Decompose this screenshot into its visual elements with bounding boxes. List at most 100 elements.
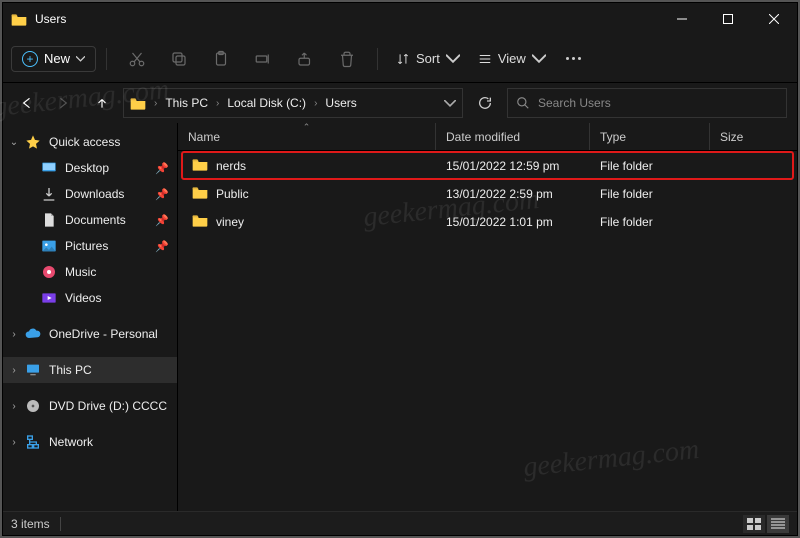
titlebar: Users: [3, 3, 797, 35]
pictures-icon: [41, 238, 57, 254]
column-label: Type: [600, 130, 626, 144]
file-name: Public: [216, 187, 249, 201]
share-button[interactable]: [285, 41, 325, 77]
column-header-type[interactable]: Type: [590, 123, 710, 150]
column-label: Date modified: [446, 130, 520, 144]
sidebar-item-this-pc[interactable]: › This PC: [3, 357, 177, 383]
sidebar-label: Network: [49, 435, 93, 449]
back-button[interactable]: [9, 87, 43, 119]
chevron-right-icon: ›: [310, 98, 321, 109]
desktop-icon: [41, 160, 57, 176]
maximize-button[interactable]: [705, 3, 751, 35]
chevron-down-icon[interactable]: [444, 100, 456, 107]
breadcrumb-segment[interactable]: Local Disk (C:): [227, 96, 306, 110]
chevron-right-icon: ›: [7, 401, 21, 412]
breadcrumb-segment[interactable]: This PC: [165, 96, 208, 110]
sidebar-label: This PC: [49, 363, 92, 377]
chevron-down-icon: ⌄: [7, 137, 21, 148]
chevron-down-icon: [446, 52, 460, 66]
delete-button[interactable]: [327, 41, 367, 77]
sidebar-label: OneDrive - Personal: [49, 327, 158, 341]
chevron-right-icon: ›: [212, 98, 223, 109]
table-row[interactable]: nerds 15/01/2022 12:59 pmFile folder: [182, 152, 793, 179]
chevron-right-icon: ›: [7, 365, 21, 376]
file-list: nerds15/01/2022 12:59 pmFile folderPubli…: [178, 151, 797, 511]
refresh-button[interactable]: [467, 88, 503, 118]
chevron-down-icon: [532, 52, 546, 66]
column-header-date[interactable]: Date modified: [436, 123, 590, 150]
view-icon: [478, 52, 492, 66]
file-type: File folder: [590, 159, 710, 173]
column-header-size[interactable]: Size: [710, 123, 797, 150]
view-thumbnails-button[interactable]: [743, 515, 765, 533]
pin-icon: 📌: [155, 162, 169, 175]
table-row[interactable]: viney15/01/2022 1:01 pmFile folder: [182, 208, 793, 235]
pin-icon: 📌: [155, 240, 169, 253]
window-title: Users: [35, 12, 66, 26]
sidebar-label: Desktop: [65, 161, 109, 175]
file-date: 15/01/2022 12:59 pm: [436, 159, 590, 173]
sidebar-label: Music: [65, 265, 96, 279]
videos-icon: [41, 290, 57, 306]
downloads-icon: [41, 186, 57, 202]
forward-button[interactable]: [47, 87, 81, 119]
more-button[interactable]: [556, 57, 591, 60]
view-details-button[interactable]: [767, 515, 789, 533]
breadcrumb[interactable]: › This PC › Local Disk (C:) › Users: [123, 88, 463, 118]
sidebar-label: Downloads: [65, 187, 124, 201]
sidebar-label: Documents: [65, 213, 126, 227]
navrow: › This PC › Local Disk (C:) › Users Sear…: [3, 83, 797, 123]
sidebar-item-quick-access[interactable]: ⌄ Quick access: [3, 129, 177, 155]
file-name: viney: [216, 215, 244, 229]
sort-label: Sort: [416, 51, 440, 66]
sort-button[interactable]: Sort: [388, 51, 468, 66]
file-type: File folder: [590, 187, 710, 201]
sidebar-item-videos[interactable]: Videos: [3, 285, 177, 311]
rename-button[interactable]: [243, 41, 283, 77]
column-label: Size: [720, 130, 743, 144]
sidebar-item-downloads[interactable]: Downloads 📌: [3, 181, 177, 207]
sidebar-item-music[interactable]: Music: [3, 259, 177, 285]
disc-icon: [25, 398, 41, 414]
chevron-down-icon: [76, 56, 85, 62]
sidebar-item-dvd[interactable]: › DVD Drive (D:) CCCC: [3, 393, 177, 419]
chevron-right-icon: ›: [150, 98, 161, 109]
new-button[interactable]: + New: [11, 46, 96, 72]
sort-indicator-icon: ⌃: [303, 122, 311, 133]
sidebar: ⌄ Quick access Desktop 📌 Downloads 📌 Doc…: [3, 123, 178, 511]
pin-icon: 📌: [155, 188, 169, 201]
cloud-icon: [25, 326, 41, 342]
up-button[interactable]: [85, 87, 119, 119]
column-header-name[interactable]: Name ⌃: [178, 123, 436, 150]
sidebar-item-pictures[interactable]: Pictures 📌: [3, 233, 177, 259]
pin-icon: 📌: [155, 214, 169, 227]
folder-icon: [11, 11, 27, 27]
column-headers: Name ⌃ Date modified Type Size: [178, 123, 797, 151]
folder-icon: [192, 157, 208, 174]
minimize-button[interactable]: [659, 3, 705, 35]
folder-icon: [130, 96, 146, 110]
sidebar-item-documents[interactable]: Documents 📌: [3, 207, 177, 233]
search-input[interactable]: Search Users: [507, 88, 787, 118]
column-label: Name: [188, 130, 220, 144]
sidebar-item-onedrive[interactable]: › OneDrive - Personal: [3, 321, 177, 347]
table-row[interactable]: Public13/01/2022 2:59 pmFile folder: [182, 180, 793, 207]
chevron-right-icon: ›: [7, 329, 21, 340]
sidebar-label: Videos: [65, 291, 101, 305]
chevron-right-icon: ›: [7, 437, 21, 448]
file-name: nerds: [216, 159, 246, 173]
statusbar: 3 items: [3, 511, 797, 535]
close-button[interactable]: [751, 3, 797, 35]
sidebar-label: DVD Drive (D:) CCCC: [49, 399, 167, 413]
copy-button[interactable]: [159, 41, 199, 77]
sidebar-item-desktop[interactable]: Desktop 📌: [3, 155, 177, 181]
folder-icon: [192, 185, 208, 202]
plus-icon: +: [22, 51, 38, 67]
main-content: Name ⌃ Date modified Type Size nerds 15/0…: [178, 123, 797, 511]
paste-button[interactable]: [201, 41, 241, 77]
cut-button[interactable]: [117, 41, 157, 77]
breadcrumb-segment[interactable]: Users: [325, 96, 356, 110]
sidebar-item-network[interactable]: › Network: [3, 429, 177, 455]
view-button[interactable]: View: [470, 51, 554, 66]
network-icon: [25, 434, 41, 450]
